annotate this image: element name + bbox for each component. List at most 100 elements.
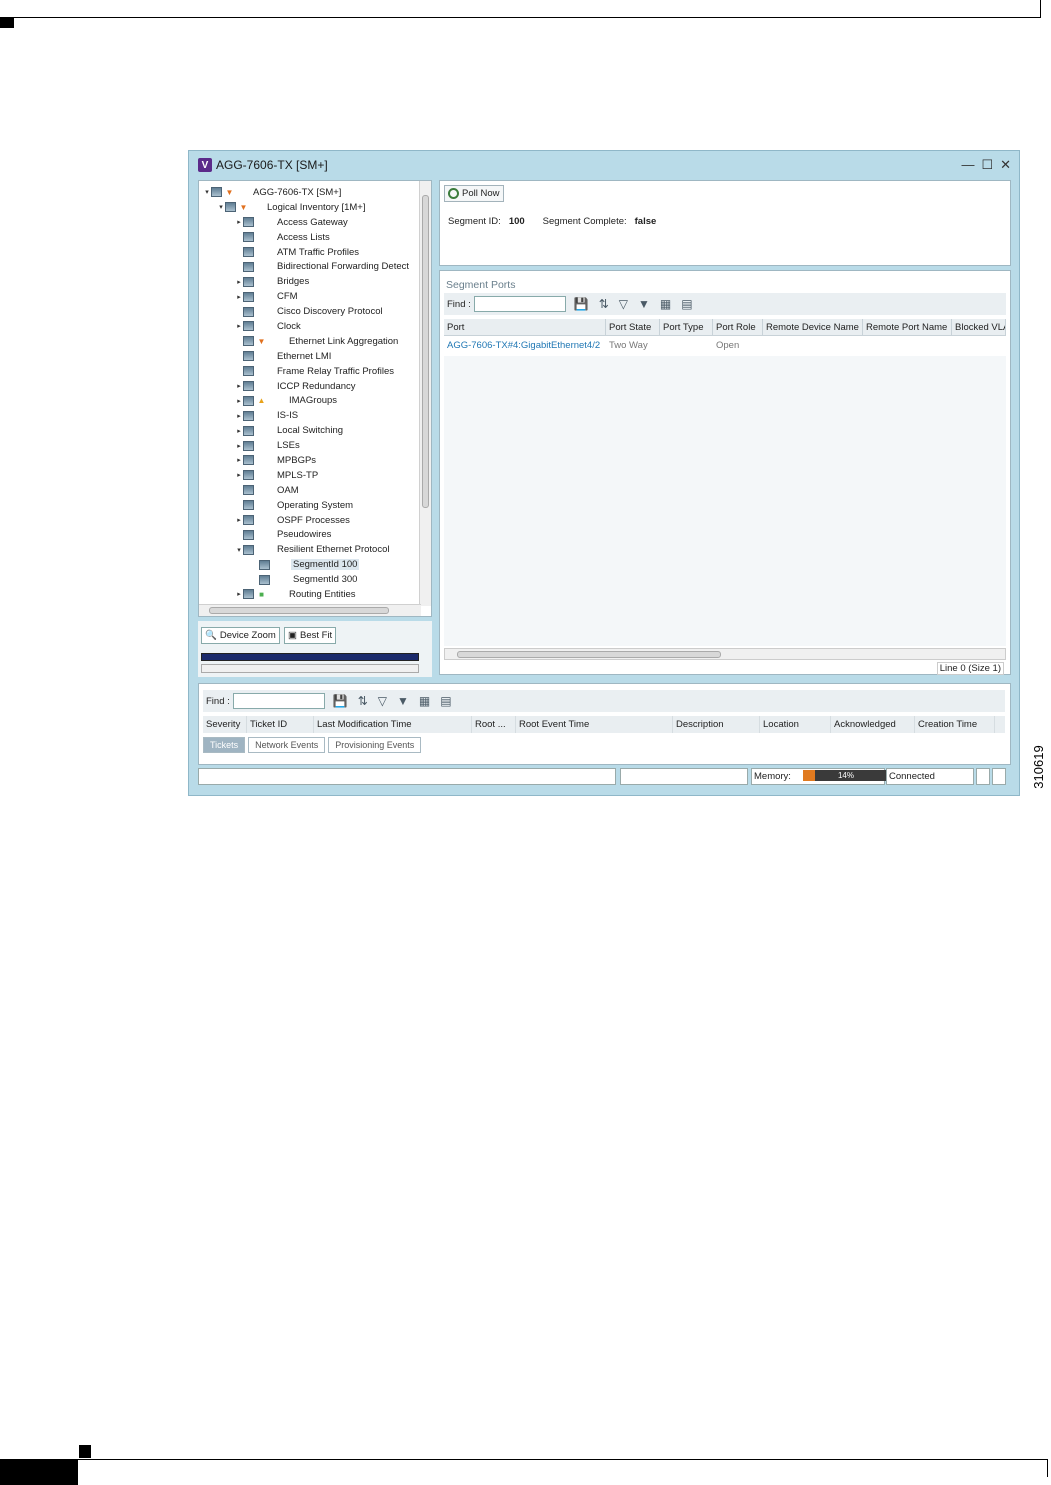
column-header[interactable]: Remote Port Name: [863, 319, 952, 335]
tree-item[interactable]: ▸ Clock: [199, 319, 419, 334]
tree-item[interactable]: ▸ LSEs: [199, 438, 419, 453]
sort-icon[interactable]: ⇅: [358, 694, 368, 708]
ports-find-input[interactable]: [473, 296, 566, 312]
tree-item[interactable]: Bidirectional Forwarding Detect: [199, 259, 419, 274]
expander-icon[interactable]: ▸: [235, 427, 243, 435]
column-header[interactable]: Port Type: [660, 319, 713, 335]
tree-item[interactable]: SegmentId 300: [199, 572, 419, 587]
tree-item[interactable]: ▸ Access Gateway: [199, 215, 419, 230]
save-icon[interactable]: 💾: [333, 694, 348, 708]
columns-icon[interactable]: ▤: [440, 694, 451, 708]
tree-item[interactable]: ▾ ▼ AGG-7606-TX [SM+]: [199, 185, 419, 200]
segment-complete-value: false: [634, 216, 657, 227]
expander-icon[interactable]: ▸: [235, 397, 243, 405]
column-header[interactable]: Remote Device Name: [763, 319, 863, 335]
export-icon[interactable]: ▦: [419, 694, 430, 708]
expander-icon[interactable]: ▸: [235, 293, 243, 301]
tree-item[interactable]: ▾ Resilient Ethernet Protocol: [199, 542, 419, 557]
column-header[interactable]: Port Role: [713, 319, 763, 335]
port-cell[interactable]: AGG-7606-TX#4:GigabitEthernet4/2: [444, 338, 606, 354]
column-header[interactable]: Location: [760, 716, 831, 733]
tickets-find-input[interactable]: [232, 693, 325, 709]
expander-icon[interactable]: ▸: [235, 442, 243, 450]
alarm-badge-icon: ▼: [225, 187, 234, 197]
tree-vertical-scrollbar[interactable]: [419, 181, 431, 606]
tree-item[interactable]: Pseudowires: [199, 527, 419, 542]
column-header[interactable]: Blocked VLA: [952, 319, 1006, 335]
expander-icon[interactable]: ▸: [235, 516, 243, 524]
column-header[interactable]: Creation Time: [915, 716, 995, 733]
best-fit-button[interactable]: ▣ Best Fit: [284, 627, 337, 644]
clear-filter-icon[interactable]: ▼: [638, 297, 650, 311]
poll-now-button[interactable]: Poll Now: [444, 185, 504, 202]
tree-item[interactable]: ▸ OSPF Processes: [199, 513, 419, 528]
tab-network-events[interactable]: Network Events: [248, 737, 326, 753]
device-zoom-button[interactable]: 🔍 Device Zoom: [201, 627, 280, 644]
column-header[interactable]: Port State: [606, 319, 660, 335]
tree-item[interactable]: SegmentId 100: [199, 557, 419, 572]
tree-item[interactable]: ▸ ICCP Redundancy: [199, 379, 419, 394]
columns-icon[interactable]: ▤: [681, 297, 692, 311]
tree-item[interactable]: ▸ ▲ IMAGroups: [199, 393, 419, 408]
filter-icon[interactable]: ▽: [619, 297, 628, 311]
column-header[interactable]: Severity: [203, 716, 247, 733]
tree-item[interactable]: ▸ Local Switching: [199, 423, 419, 438]
ports-horizontal-scrollbar[interactable]: [444, 648, 1006, 660]
inventory-node-icon: [259, 574, 270, 585]
clear-filter-icon[interactable]: ▼: [397, 694, 409, 708]
tree-horizontal-scrollbar[interactable]: [199, 604, 421, 616]
inventory-node-icon: [243, 351, 254, 362]
scrollbar-thumb[interactable]: [457, 651, 721, 658]
tree-item-label: Ethernet Link Aggregation: [289, 335, 399, 347]
expander-icon[interactable]: ▸: [235, 456, 243, 464]
maximize-icon[interactable]: ☐: [981, 157, 993, 173]
filter-icon[interactable]: ▽: [378, 694, 387, 708]
scrollbar-thumb[interactable]: [209, 607, 389, 614]
app-window: V AGG-7606-TX [SM+] — ☐ ✕ ▾ ▼ AGG-7606-TX …: [188, 150, 1020, 796]
scrollbar-thumb[interactable]: [422, 195, 429, 508]
tree-item[interactable]: ▼ Ethernet Link Aggregation: [199, 334, 419, 349]
expander-icon[interactable]: ▾: [235, 546, 243, 554]
column-header[interactable]: Last Modification Time: [314, 716, 472, 733]
expander-icon[interactable]: ▸: [235, 412, 243, 420]
table-row[interactable]: AGG-7606-TX#4:GigabitEthernet4/2 Two Way…: [444, 338, 1006, 354]
tree-item[interactable]: ▸ ■ Routing Entities: [199, 587, 419, 602]
column-header[interactable]: Description: [673, 716, 760, 733]
tree-item[interactable]: Access Lists: [199, 230, 419, 245]
tree-item[interactable]: Ethernet LMI: [199, 349, 419, 364]
tab-tickets[interactable]: Tickets: [203, 737, 246, 753]
column-header[interactable]: Acknowledged: [831, 716, 915, 733]
expander-icon[interactable]: ▸: [235, 278, 243, 286]
close-icon[interactable]: ✕: [1000, 157, 1011, 173]
expander-icon[interactable]: ▸: [235, 322, 243, 330]
tree-item[interactable]: Operating System: [199, 498, 419, 513]
tree-item-label: Frame Relay Traffic Profiles: [277, 365, 395, 377]
expander-icon[interactable]: ▸: [235, 382, 243, 390]
tree-item[interactable]: ▸ CFM: [199, 289, 419, 304]
tree-item[interactable]: ▸ Bridges: [199, 274, 419, 289]
export-icon[interactable]: ▦: [660, 297, 671, 311]
tree-item[interactable]: OAM: [199, 483, 419, 498]
column-header[interactable]: Port: [444, 319, 606, 335]
tab-provisioning-events[interactable]: Provisioning Events: [328, 737, 422, 753]
tree-item[interactable]: ▾ ▼ Logical Inventory [1M+]: [199, 200, 419, 215]
expander-icon[interactable]: ▾: [217, 203, 225, 211]
expander-icon[interactable]: ▸: [235, 471, 243, 479]
tree-item[interactable]: ▸ MPLS-TP: [199, 468, 419, 483]
minimize-icon[interactable]: —: [961, 157, 974, 173]
expander-icon[interactable]: ▸: [235, 590, 243, 598]
overview-scrollbar[interactable]: [201, 664, 419, 673]
tree-item[interactable]: ATM Traffic Profiles: [199, 245, 419, 260]
column-header[interactable]: Root ...: [472, 716, 516, 733]
column-header[interactable]: Root Event Time: [516, 716, 673, 733]
tree-item[interactable]: ▸ MPBGPs: [199, 453, 419, 468]
tree-item[interactable]: ▸ IS-IS: [199, 408, 419, 423]
save-icon[interactable]: 💾: [574, 297, 589, 311]
tree-item[interactable]: Frame Relay Traffic Profiles: [199, 364, 419, 379]
expander-icon[interactable]: ▸: [235, 218, 243, 226]
sort-icon[interactable]: ⇅: [599, 297, 609, 311]
overview-navigator[interactable]: [201, 653, 419, 661]
tree-item[interactable]: Cisco Discovery Protocol: [199, 304, 419, 319]
expander-icon[interactable]: ▾: [203, 188, 211, 196]
column-header[interactable]: Ticket ID: [247, 716, 314, 733]
